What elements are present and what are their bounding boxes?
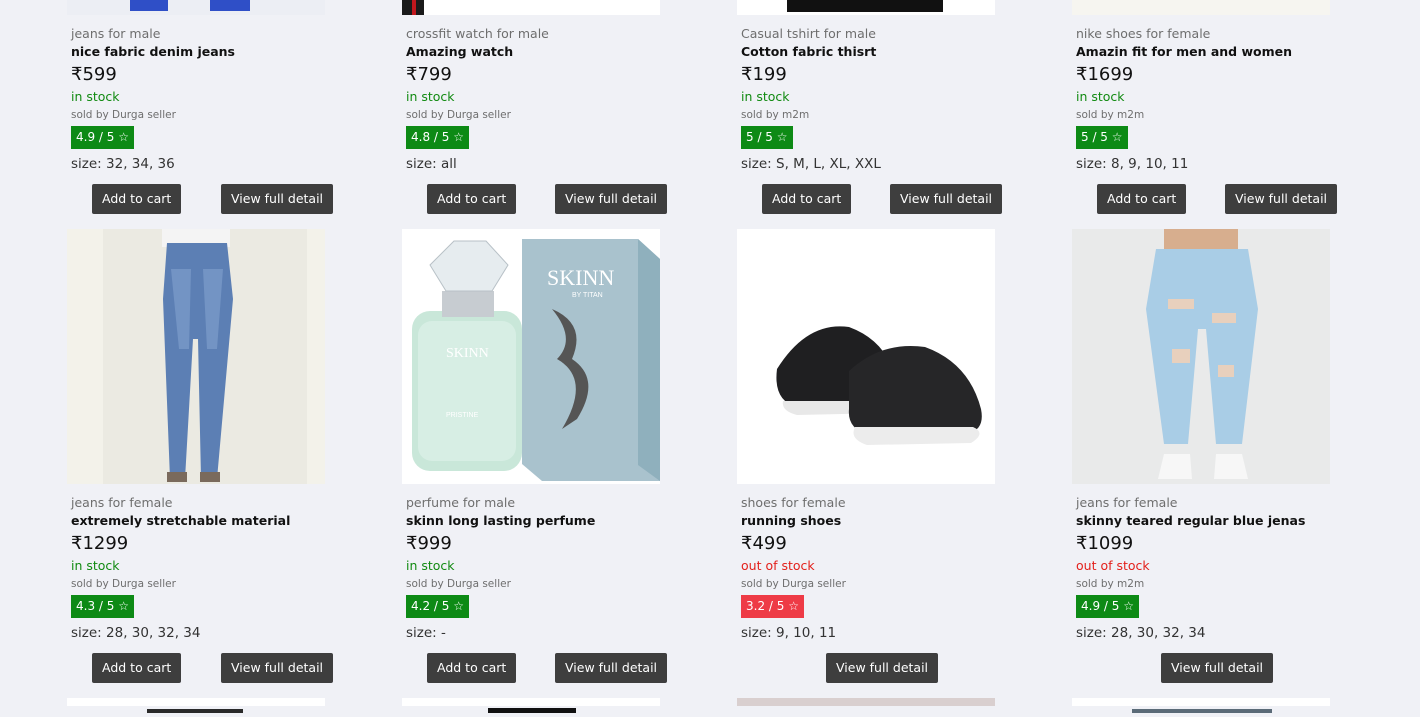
product-card: SKINN BY TITAN SKINN PRISTINE perfume fo… <box>402 229 672 689</box>
product-name: extremely stretchable material <box>71 513 291 528</box>
product-name: Cotton fabric thisrt <box>741 44 877 59</box>
size-label: size: 9, 10, 11 <box>741 625 837 641</box>
rating-badge: 4.9 / 5 ☆ <box>71 126 134 149</box>
product-card: jeans for male nice fabric denim jeans ₹… <box>67 0 337 220</box>
product-category: perfume for male <box>406 495 516 510</box>
stock-status: in stock <box>71 558 120 573</box>
seller-label: sold by m2m <box>741 109 810 121</box>
rating-badge: 5 / 5 ☆ <box>1076 126 1128 149</box>
product-image[interactable] <box>402 0 660 15</box>
product-price: ₹1699 <box>1076 64 1134 85</box>
product-image[interactable] <box>737 0 995 15</box>
rating-badge: 4.3 / 5 ☆ <box>71 595 134 618</box>
view-full-detail-button[interactable]: View full detail <box>826 653 939 683</box>
product-card: jeans for female extremely stretchable m… <box>67 229 337 689</box>
product-image[interactable] <box>67 0 325 15</box>
product-category: jeans for female <box>71 495 173 510</box>
view-full-detail-button[interactable]: View full detail <box>221 184 334 214</box>
perfume-variant-text: PRISTINE <box>446 412 479 419</box>
product-grid: jeans for male nice fabric denim jeans ₹… <box>0 0 1420 713</box>
stock-status: in stock <box>741 89 790 104</box>
seller-label: sold by Durga seller <box>71 109 176 121</box>
size-label: size: 28, 30, 32, 34 <box>1076 625 1206 641</box>
view-full-detail-button[interactable]: View full detail <box>1161 653 1274 683</box>
product-image[interactable] <box>67 698 325 713</box>
seller-label: sold by m2m <box>1076 578 1145 590</box>
rating-badge: 4.8 / 5 ☆ <box>406 126 469 149</box>
product-card: shoes for female running shoes ₹499 out … <box>737 229 1007 689</box>
view-full-detail-button[interactable]: View full detail <box>890 184 1003 214</box>
product-category: Casual tshirt for male <box>741 26 876 41</box>
product-price: ₹599 <box>71 64 117 85</box>
rating-badge: 4.2 / 5 ☆ <box>406 595 469 618</box>
size-label: size: all <box>406 156 457 172</box>
seller-label: sold by m2m <box>1076 109 1145 121</box>
product-price: ₹799 <box>406 64 452 85</box>
product-image[interactable] <box>737 698 995 706</box>
perfume-brand-text: SKINN <box>547 265 614 290</box>
product-price: ₹499 <box>741 533 787 554</box>
product-card: Casual tshirt for male Cotton fabric thi… <box>737 0 1007 220</box>
product-card: nike shoes for female Amazin fit for men… <box>1072 0 1342 220</box>
stock-status: out of stock <box>741 558 815 573</box>
size-label: size: S, M, L, XL, XXL <box>741 156 881 172</box>
rating-badge: 5 / 5 ☆ <box>741 126 793 149</box>
product-image[interactable] <box>67 229 325 484</box>
product-name: Amazing watch <box>406 44 514 59</box>
product-image[interactable] <box>402 698 660 713</box>
product-image[interactable] <box>1072 698 1330 713</box>
seller-label: sold by Durga seller <box>406 578 511 590</box>
product-name: skinn long lasting perfume <box>406 513 596 528</box>
size-label: size: 8, 9, 10, 11 <box>1076 156 1189 172</box>
view-full-detail-button[interactable]: View full detail <box>1225 184 1338 214</box>
product-card: crossfit watch for male Amazing watch ₹7… <box>402 0 672 220</box>
perfume-bottle-brand: SKINN <box>446 346 489 361</box>
view-full-detail-button[interactable]: View full detail <box>221 653 334 683</box>
product-price: ₹1299 <box>71 533 129 554</box>
product-name: nice fabric denim jeans <box>71 44 235 59</box>
add-to-cart-button[interactable]: Add to cart <box>762 184 852 214</box>
product-image[interactable] <box>737 229 995 484</box>
seller-label: sold by Durga seller <box>741 578 846 590</box>
product-category: crossfit watch for male <box>406 26 549 41</box>
seller-label: sold by Durga seller <box>71 578 176 590</box>
perfume-brand-sub-text: BY TITAN <box>572 292 603 299</box>
rating-badge: 3.2 / 5 ☆ <box>741 595 804 618</box>
add-to-cart-button[interactable]: Add to cart <box>427 653 517 683</box>
product-price: ₹999 <box>406 533 452 554</box>
view-full-detail-button[interactable]: View full detail <box>555 184 668 214</box>
product-category: nike shoes for female <box>1076 26 1211 41</box>
product-category: jeans for male <box>71 26 161 41</box>
view-full-detail-button[interactable]: View full detail <box>555 653 668 683</box>
rating-badge: 4.9 / 5 ☆ <box>1076 595 1139 618</box>
product-name: running shoes <box>741 513 842 528</box>
product-price: ₹199 <box>741 64 787 85</box>
stock-status: in stock <box>71 89 120 104</box>
stock-status: out of stock <box>1076 558 1150 573</box>
add-to-cart-button[interactable]: Add to cart <box>427 184 517 214</box>
product-name: skinny teared regular blue jenas <box>1076 513 1306 528</box>
product-price: ₹1099 <box>1076 533 1134 554</box>
add-to-cart-button[interactable]: Add to cart <box>1097 184 1187 214</box>
stock-status: in stock <box>1076 89 1125 104</box>
size-label: size: - <box>406 625 446 641</box>
size-label: size: 32, 34, 36 <box>71 156 175 172</box>
product-name: Amazin fit for men and women <box>1076 44 1293 59</box>
product-category: shoes for female <box>741 495 846 510</box>
seller-label: sold by Durga seller <box>406 109 511 121</box>
add-to-cart-button[interactable]: Add to cart <box>92 184 182 214</box>
product-card: jeans for female skinny teared regular b… <box>1072 229 1342 689</box>
product-image[interactable]: SKINN BY TITAN SKINN PRISTINE <box>402 229 660 484</box>
add-to-cart-button[interactable]: Add to cart <box>92 653 182 683</box>
product-image[interactable] <box>1072 229 1330 484</box>
product-category: jeans for female <box>1076 495 1178 510</box>
stock-status: in stock <box>406 89 455 104</box>
size-label: size: 28, 30, 32, 34 <box>71 625 201 641</box>
stock-status: in stock <box>406 558 455 573</box>
product-image[interactable] <box>1072 0 1330 15</box>
